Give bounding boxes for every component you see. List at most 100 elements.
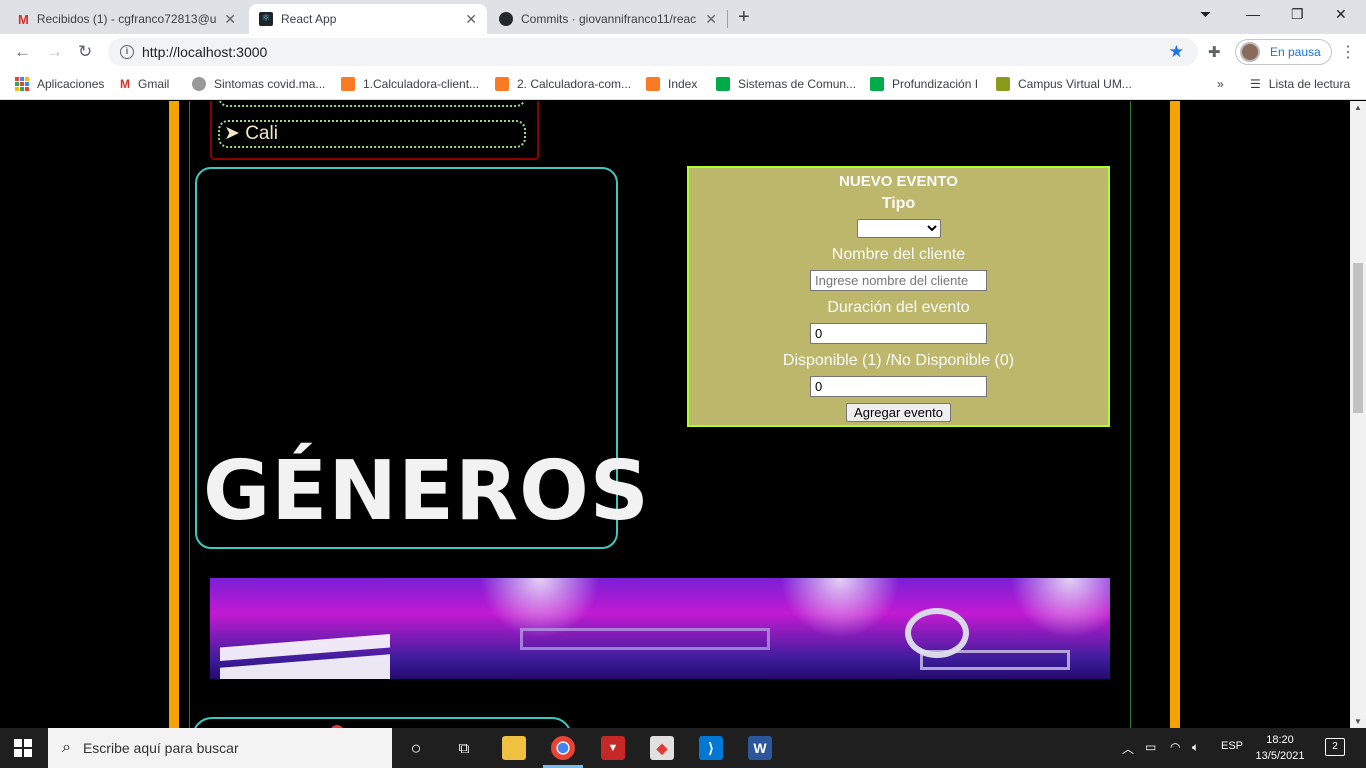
- spotlight-beam: [780, 578, 900, 638]
- task-view-icon[interactable]: ⧉: [452, 736, 476, 760]
- cinema-banner-image: [210, 578, 1110, 679]
- scroll-down-icon[interactable]: ▼: [1354, 717, 1362, 726]
- tray-chevron-icon[interactable]: ︿: [1122, 740, 1134, 757]
- bookmark-sintomas[interactable]: Sintomas covid.ma...: [192, 77, 325, 91]
- tab-separator: [727, 10, 728, 28]
- gmail-icon: M: [120, 77, 130, 91]
- gmail-icon: M: [18, 11, 29, 27]
- close-icon[interactable]: ✕: [224, 11, 236, 28]
- bookmarks-bar: Aplicaciones M Gmail Sintomas covid.ma..…: [0, 70, 1366, 100]
- bookmarks-overflow-icon[interactable]: »: [1217, 77, 1224, 91]
- clock-date: 13/5/2021: [1255, 750, 1305, 762]
- kebab-menu-icon[interactable]: ⋮: [1340, 42, 1356, 62]
- right-green-line: [1130, 101, 1131, 728]
- bookmark-calculadora-com[interactable]: 2. Calculadora-com...: [495, 77, 631, 91]
- window-close-icon[interactable]: ✕: [1335, 6, 1347, 23]
- close-icon[interactable]: ✕: [705, 11, 717, 28]
- scroll-thumb[interactable]: [1353, 263, 1363, 413]
- reload-icon[interactable]: ↻: [78, 42, 92, 62]
- film-strip-icon: [920, 650, 1070, 670]
- taskbar-search[interactable]: ⌕ Escribe aquí para buscar: [48, 728, 392, 768]
- chrome-icon[interactable]: [551, 736, 575, 760]
- windows-start-icon[interactable]: [14, 739, 32, 757]
- address-bar[interactable]: i http://localhost:3000 ★: [108, 38, 1198, 66]
- restore-icon[interactable]: ❐: [1291, 6, 1304, 23]
- cliente-input[interactable]: [810, 270, 987, 291]
- tab-title: React App: [281, 12, 337, 26]
- extensions-puzzle-icon[interactable]: ✚: [1208, 43, 1221, 61]
- page-viewport: ➤ Cali GÉNEROS NUEVO EVENTO Tipo Nombre …: [0, 101, 1350, 728]
- bookmark-apps[interactable]: Aplicaciones: [15, 77, 104, 91]
- bookmark-sistemas[interactable]: Sistemas de Comun...: [716, 77, 856, 91]
- duracion-label: Duración del evento: [827, 299, 970, 316]
- minimize-icon[interactable]: —: [1246, 6, 1260, 22]
- tab-github[interactable]: Commits · giovannifranco11/reac ✕: [489, 4, 727, 34]
- language-indicator[interactable]: ESP: [1221, 740, 1243, 752]
- tipo-select[interactable]: [856, 219, 941, 238]
- clapperboard-icon: [220, 634, 390, 679]
- taskbar-clock[interactable]: 18:20 13/5/2021: [1252, 732, 1308, 764]
- cities-list: ➤ Cali: [210, 101, 539, 160]
- bookmark-gmail[interactable]: M Gmail: [120, 77, 169, 91]
- bookmark-calculadora-cliente[interactable]: 1.Calculadora-client...: [341, 77, 479, 91]
- search-icon: ⌕: [62, 739, 71, 756]
- bookmark-label: Sintomas covid.ma...: [214, 77, 326, 91]
- tab-title: Commits · giovannifranco11/reac: [521, 12, 697, 26]
- page-scrollbar[interactable]: ▲ ▼: [1350, 101, 1366, 728]
- file-explorer-icon[interactable]: [502, 736, 526, 760]
- reading-list[interactable]: ☰ Lista de lectura: [1250, 77, 1350, 91]
- brave-shield-icon[interactable]: ▼: [601, 736, 625, 760]
- disponible-label: Disponible (1) /No Disponible (0): [782, 352, 1015, 369]
- new-tab-plus-icon[interactable]: +: [738, 6, 750, 29]
- bookmark-label: 1.Calculadora-client...: [363, 77, 480, 91]
- xampp-icon: [495, 77, 509, 91]
- cliente-label: Nombre del cliente: [831, 246, 966, 263]
- clock-time: 18:20: [1266, 734, 1294, 746]
- react-icon: ⚛: [259, 12, 273, 26]
- moodle-icon: [996, 77, 1010, 91]
- windows-taskbar: ⌕ Escribe aquí para buscar ○ ⧉ ▼ ◆ ⟩ W ︿…: [0, 728, 1366, 768]
- volume-icon[interactable]: 🔈︎: [1192, 740, 1199, 755]
- bookmark-star-icon[interactable]: ★: [1169, 42, 1184, 62]
- browser-toolbar: ← → ↻ i http://localhost:3000 ★ ✚ En pau…: [0, 34, 1366, 70]
- close-icon[interactable]: ✕: [465, 11, 477, 28]
- city-item-above[interactable]: [218, 101, 526, 107]
- next-section-box: [192, 717, 572, 728]
- left-orange-border: [169, 101, 179, 728]
- generos-section: GÉNEROS: [195, 167, 649, 549]
- city-item-cali[interactable]: ➤ Cali: [218, 120, 526, 148]
- left-green-line: [189, 101, 190, 728]
- xampp-icon: [341, 77, 355, 91]
- right-orange-border: [1170, 101, 1180, 728]
- duracion-input[interactable]: [810, 323, 987, 344]
- bookmark-profundizacion[interactable]: Profundización I: [870, 77, 978, 91]
- scroll-up-icon[interactable]: ▲: [1354, 103, 1362, 112]
- tipo-label: Tipo: [881, 195, 916, 212]
- back-arrow-icon[interactable]: ←: [14, 42, 31, 62]
- xampp-icon: [646, 77, 660, 91]
- word-icon[interactable]: W: [748, 736, 772, 760]
- profile-button[interactable]: En pausa: [1235, 39, 1332, 65]
- tab-gmail[interactable]: M Recibidos (1) - cgfranco72813@u ✕: [8, 4, 246, 34]
- tab-search-icon[interactable]: ⏷: [1200, 6, 1211, 23]
- url-text[interactable]: http://localhost:3000: [142, 44, 267, 60]
- wifi-icon[interactable]: ◠: [1170, 740, 1180, 754]
- git-kraken-icon[interactable]: ◆: [650, 736, 674, 760]
- browser-tab-strip: M Recibidos (1) - cgfranco72813@u ✕ ⚛ Re…: [0, 0, 1366, 34]
- tab-title: Recibidos (1) - cgfranco72813@u: [36, 12, 217, 26]
- cortana-icon[interactable]: ○: [404, 736, 428, 760]
- bookmark-label: 2. Calculadora-com...: [517, 77, 632, 91]
- taskbar-search-placeholder: Escribe aquí para buscar: [82, 740, 239, 756]
- agregar-evento-button[interactable]: Agregar evento: [846, 403, 951, 422]
- tab-react-app[interactable]: ⚛ React App ✕: [249, 4, 487, 34]
- bookmark-index[interactable]: Index: [646, 77, 697, 91]
- battery-icon[interactable]: ▭: [1145, 740, 1156, 754]
- notification-center-icon[interactable]: 2: [1325, 738, 1345, 756]
- disponible-input[interactable]: [810, 376, 987, 397]
- info-icon[interactable]: i: [120, 45, 134, 59]
- github-icon: [499, 12, 513, 26]
- forward-arrow-icon[interactable]: →: [46, 42, 63, 62]
- vscode-icon[interactable]: ⟩: [699, 736, 723, 760]
- bookmark-campus[interactable]: Campus Virtual UM...: [996, 77, 1132, 91]
- bookmark-label: Sistemas de Comun...: [738, 77, 857, 91]
